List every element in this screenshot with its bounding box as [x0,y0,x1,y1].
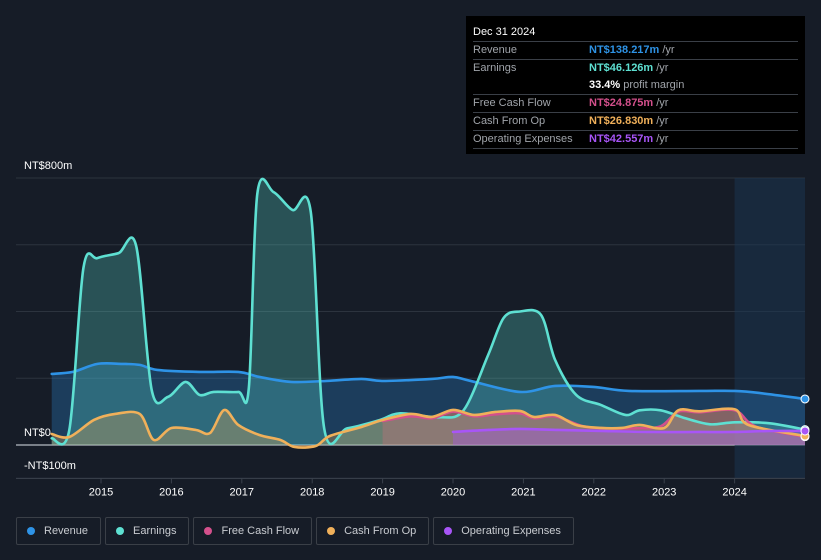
tooltip-value: 33.4% [589,79,621,91]
tooltip-value: NT$138.217m [589,44,660,56]
x-tick-label: 2021 [511,486,535,498]
tooltip-row-free-cash-flow: Free Cash Flow NT$24.875m /yr [473,95,798,113]
data-tooltip: Dec 31 2024 Revenue NT$138.217m /yr Earn… [466,16,805,154]
tooltip-label: Revenue [473,44,518,56]
legend-item-revenue[interactable]: Revenue [16,517,102,545]
tooltip-row-earnings: Earnings NT$46.126m /yr [473,60,798,77]
legend-label: Earnings [133,525,177,537]
tooltip-unit: profit margin [623,79,685,91]
x-tick-label: 2020 [441,486,465,498]
x-tick-label: 2015 [89,486,113,498]
tooltip-row-operating-expenses: Operating Expenses NT$42.557m /yr [473,131,798,149]
tooltip-value: NT$42.557m [589,133,654,145]
x-tick-label: 2022 [582,486,606,498]
legend-item-cash-from-op[interactable]: Cash From Op [316,517,430,545]
legend-dot-icon [116,527,125,535]
x-tick-label: 2018 [300,486,324,498]
legend-label: Revenue [44,525,89,537]
tooltip-value: NT$26.830m [589,115,654,127]
tooltip-value: NT$24.875m [589,97,654,109]
tooltip-date: Dec 31 2024 [473,24,798,42]
legend-item-earnings[interactable]: Earnings [105,517,190,545]
legend-dot-icon [204,527,213,535]
y-tick-label-800: NT$800m [24,160,73,172]
tooltip-label [473,77,589,94]
legend-item-operating-expenses[interactable]: Operating Expenses [433,517,574,545]
tooltip-label: Cash From Op [473,115,546,127]
series-areas [51,178,806,448]
chart-legend: Revenue Earnings Free Cash Flow Cash Fro… [16,517,574,545]
tooltip-value: NT$46.126m [589,62,654,74]
tooltip-row-profit-margin: 33.4% profit margin [473,77,798,95]
tooltip-label: Free Cash Flow [473,97,551,109]
tooltip-unit: /yr [656,133,669,145]
x-tick-label: 2016 [159,486,183,498]
revenue-end-dot [800,394,810,404]
legend-label: Cash From Op [344,525,417,537]
x-tick-label: 2019 [370,486,394,498]
x-axis: 2015 2016 2017 2018 2019 2020 2021 2022 2023 2024 [16,477,805,498]
y-tick-label-neg100: -NT$100m [24,460,76,472]
legend-item-free-cash-flow[interactable]: Free Cash Flow [193,517,313,545]
tooltip-unit: /yr [656,97,669,109]
legend-dot-icon [327,527,336,535]
tooltip-unit: /yr [656,115,669,127]
legend-label: Operating Expenses [461,525,561,537]
tooltip-row-cash-from-op: Cash From Op NT$26.830m /yr [473,113,798,131]
legend-dot-icon [27,527,35,535]
x-tick-label: 2023 [652,486,676,498]
tooltip-unit: /yr [656,62,669,74]
tooltip-label: Earnings [473,62,517,74]
x-tick-label: 2017 [230,486,254,498]
legend-dot-icon [444,527,453,535]
tooltip-row-revenue: Revenue NT$138.217m /yr [473,42,798,60]
legend-label: Free Cash Flow [221,525,300,537]
x-tick-label: 2024 [722,486,746,498]
operating-expenses-end-dot [800,426,810,436]
tooltip-unit: /yr [662,44,675,56]
tooltip-label: Operating Expenses [473,133,573,145]
y-tick-label-0: NT$0 [24,427,51,439]
